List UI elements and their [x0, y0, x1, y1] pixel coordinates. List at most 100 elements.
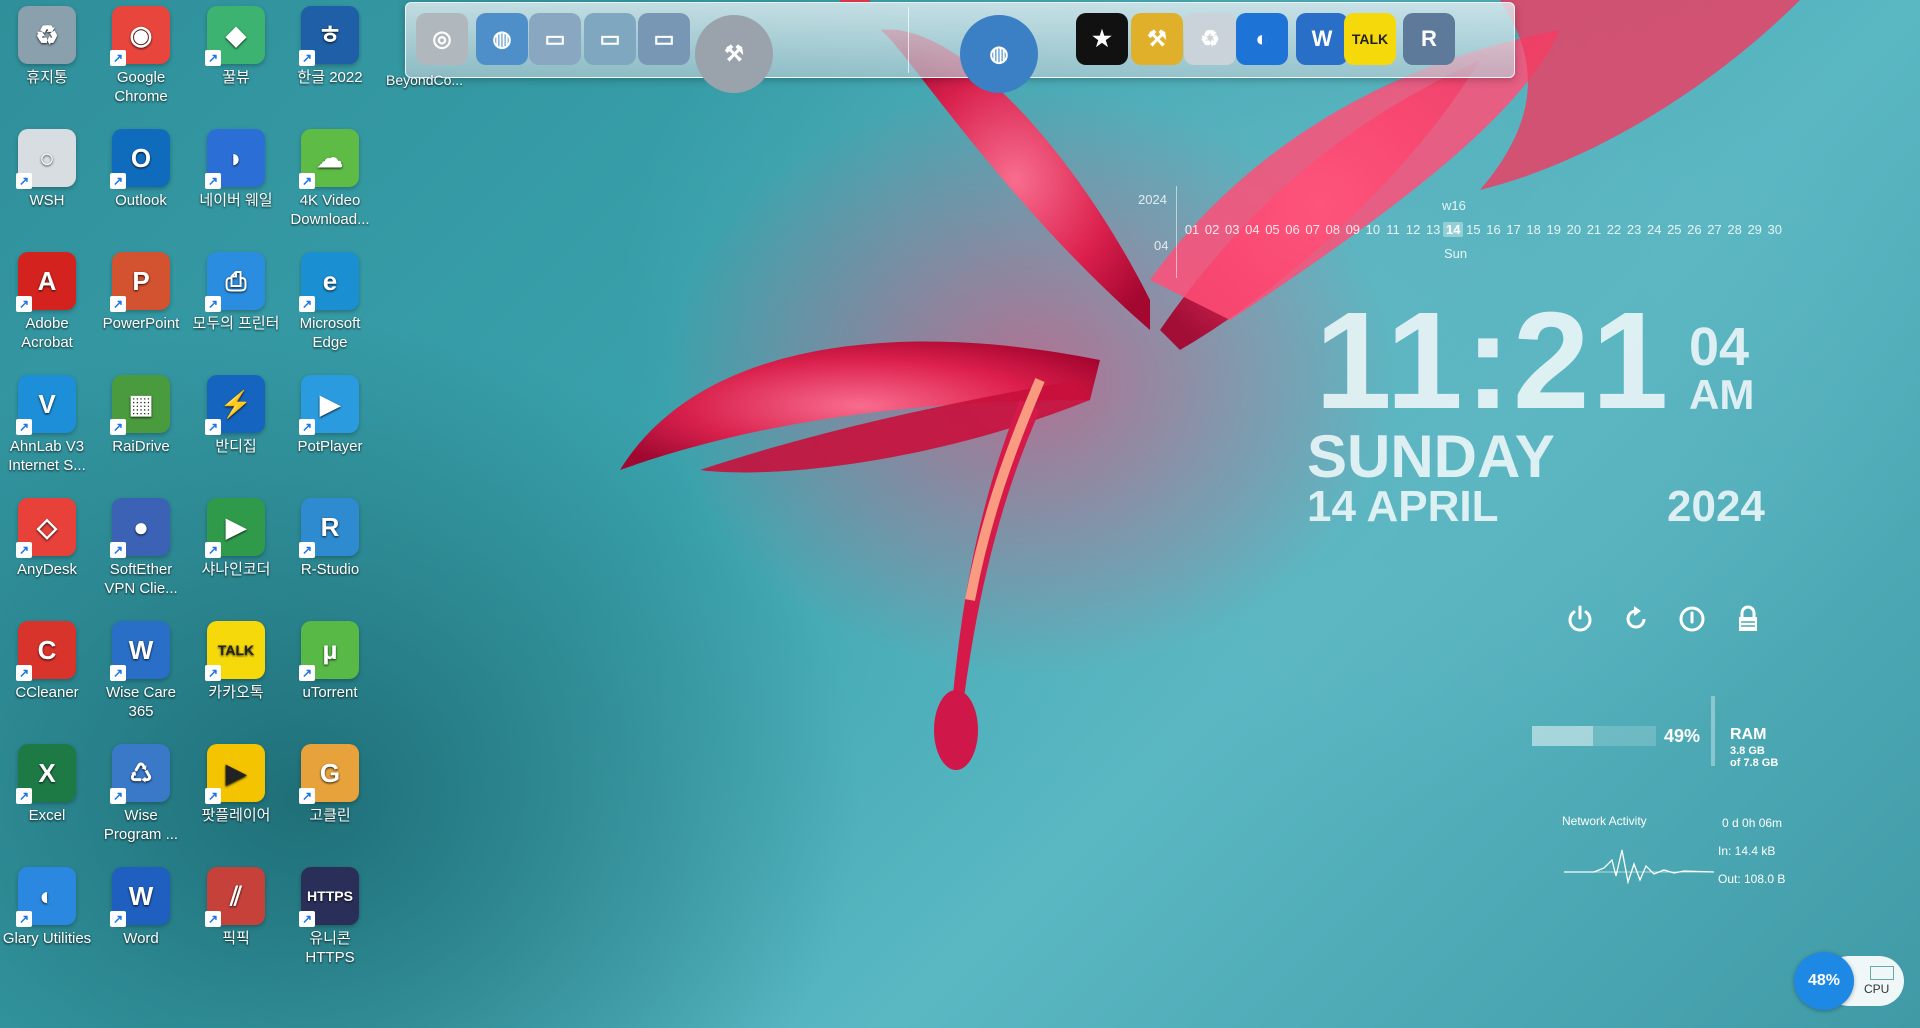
desktop-icon[interactable]: V ↗ AhnLab V3 Internet S... — [0, 369, 94, 481]
folder-icon: ▭ — [529, 13, 581, 65]
desktop-icon[interactable]: ⚡ ↗ 반디집 — [189, 369, 283, 481]
shortcut-arrow-icon: ↗ — [205, 788, 221, 804]
app-icon: ▦ ↗ — [110, 375, 170, 435]
dock-item-glary-utilities[interactable]: ◐ — [1234, 9, 1290, 69]
dock-divider — [908, 7, 909, 73]
kakaotalk-icon: TALK — [1344, 13, 1396, 65]
desktop-icon-label: 팟플레이어 — [201, 807, 271, 824]
desktop-icon[interactable]: HTTPS ↗ 유니콘 HTTPS — [283, 861, 377, 973]
desktop-icon[interactable]: W ↗ Wise Care 365 — [94, 615, 188, 727]
desktop-icon[interactable]: ♺ ↗ Wise Program ... — [94, 738, 188, 850]
sleep-icon[interactable] — [1674, 604, 1710, 640]
lock-icon[interactable] — [1730, 604, 1766, 640]
desktop-icon[interactable]: X ↗ Excel — [0, 738, 94, 850]
dock-item-r-studio[interactable]: R — [1401, 9, 1457, 69]
ram-divider — [1711, 696, 1715, 766]
desktop-icon[interactable]: C ↗ CCleaner — [0, 615, 94, 727]
app-icon: µ ↗ — [299, 621, 359, 681]
desktop-icon[interactable]: e ↗ Microsoft Edge — [283, 246, 377, 358]
calendar-day: 10 — [1365, 222, 1381, 237]
desktop-icon-label: R-Studio — [300, 561, 360, 578]
hammer-icon: ⚒ — [1131, 13, 1183, 65]
app-icon: W ↗ — [110, 867, 170, 927]
shortcut-arrow-icon: ↗ — [205, 419, 221, 435]
desktop-icon[interactable]: ○ ↗ WSH — [0, 123, 94, 235]
calendar-day: 25 — [1667, 222, 1682, 237]
desktop-icon[interactable]: ◆ ↗ 꿀뷰 — [189, 0, 283, 112]
desktop-icon-label: 카카오톡 — [208, 684, 264, 701]
desktop-icon[interactable]: ▶ ↗ 샤나인코더 — [189, 492, 283, 604]
network-graph — [1564, 849, 1714, 885]
ram-used: 3.8 GB — [1730, 745, 1765, 757]
power-icon[interactable] — [1562, 604, 1598, 640]
shortcut-arrow-icon: ↗ — [110, 911, 126, 927]
shortcut-arrow-icon: ↗ — [205, 542, 221, 558]
dock-item-folder[interactable]: ▭ — [527, 9, 583, 69]
clock-date: 14 APRIL — [1307, 482, 1499, 531]
shortcut-arrow-icon: ↗ — [299, 173, 315, 189]
shortcut-arrow-icon: ↗ — [16, 911, 32, 927]
dock-item-beyond-compare[interactable]: ◎ — [414, 9, 470, 69]
dock-item-recycle-bin[interactable]: ♻ — [1182, 9, 1238, 69]
folder-tools-icon: ▭ — [584, 13, 636, 65]
desktop-icon-label: 4K Video Download... — [290, 192, 370, 228]
app-icon: ● ↗ — [110, 498, 170, 558]
desktop-icon[interactable]: A ↗ Adobe Acrobat — [0, 246, 94, 358]
restart-icon[interactable] — [1618, 604, 1654, 640]
desktop-icon[interactable]: O ↗ Outlook — [94, 123, 188, 235]
calendar-day: 26 — [1687, 222, 1702, 237]
dock-item-folder-images[interactable]: ▭ — [636, 9, 692, 69]
desktop-icon[interactable]: ▶ ↗ 팟플레이어 — [189, 738, 283, 850]
desktop-icon[interactable]: ⫽ ↗ 픽픽 — [189, 861, 283, 973]
dock-item-network-globe[interactable]: ◍ — [474, 9, 530, 69]
desktop-icon-label: Wise Care 365 — [105, 684, 176, 720]
app-icon: HTTPS ↗ — [299, 867, 359, 927]
dock-item-folder-tools[interactable]: ▭ — [582, 9, 638, 69]
shortcut-arrow-icon: ↗ — [205, 296, 221, 312]
desktop-icon[interactable]: ● ↗ SoftEther VPN Clie... — [94, 492, 188, 604]
desktop-icon[interactable]: ▦ ↗ RaiDrive — [94, 369, 188, 481]
calendar-day: 02 — [1204, 222, 1220, 237]
desktop-icon[interactable]: ◇ ↗ AnyDesk — [0, 492, 94, 604]
desktop-icon-label: 한글 2022 — [297, 69, 363, 86]
ram-total: of 7.8 GB — [1730, 757, 1779, 769]
desktop-icon[interactable]: TALK ↗ 카카오톡 — [189, 615, 283, 727]
calendar-day: 11 — [1386, 222, 1400, 237]
desktop-icon[interactable]: G ↗ 고클린 — [283, 738, 377, 850]
desktop-icon[interactable]: ◉ ↗ Google Chrome — [94, 0, 188, 112]
dock-item-globe-browser[interactable]: ◍ — [959, 9, 1039, 99]
desktop-icon[interactable]: W ↗ Word — [94, 861, 188, 973]
desktop-icon[interactable]: ◗ ↗ 네이버 웨일 — [189, 123, 283, 235]
network-title: Network Activity — [1562, 814, 1647, 828]
desktop-icon[interactable]: ㅎ ↗ 한글 2022 — [283, 0, 377, 112]
desktop-icon[interactable]: µ ↗ uTorrent — [283, 615, 377, 727]
calendar-week: w16 — [1442, 198, 1466, 213]
dock-item-kakaotalk[interactable]: TALK — [1342, 9, 1398, 69]
desktop-icon[interactable]: ▶ ↗ PotPlayer — [283, 369, 377, 481]
wise-care-icon: W — [1296, 13, 1348, 65]
shortcut-arrow-icon: ↗ — [205, 911, 221, 927]
app-icon: ◇ ↗ — [16, 498, 76, 558]
dock-item-hammer[interactable]: ⚒ — [1129, 9, 1185, 69]
ram-percent: 49% — [1664, 726, 1701, 746]
desktop-icon[interactable]: P ↗ PowerPoint — [94, 246, 188, 358]
dock-item-label: BeyondCo... — [386, 72, 464, 88]
calendar-weekday: Sun — [1444, 246, 1468, 261]
shortcut-arrow-icon: ↗ — [16, 419, 32, 435]
desktop-icon[interactable]: ♻ 휴지통 — [0, 0, 94, 112]
app-icon: ⚡ ↗ — [205, 375, 265, 435]
dock-item-tshirt[interactable]: ★ — [1074, 9, 1130, 69]
ram-usage-bar — [1532, 726, 1656, 746]
desktop-icon[interactable]: R ↗ R-Studio — [283, 492, 377, 604]
app-icon: O ↗ — [110, 129, 170, 189]
cpu-widget[interactable]: CPU 48% — [1794, 952, 1908, 1010]
desktop-icon[interactable]: ☁ ↗ 4K Video Download... — [283, 123, 377, 235]
shortcut-arrow-icon: ↗ — [110, 542, 126, 558]
desktop-icon[interactable]: ⎙ ↗ 모두의 프린터 — [189, 246, 283, 358]
desktop-icon-label: 픽픽 — [222, 930, 250, 947]
shortcut-arrow-icon: ↗ — [299, 50, 315, 66]
app-icon: TALK ↗ — [205, 621, 265, 681]
dock-item-developer-tools[interactable]: ⚒ — [694, 9, 774, 99]
desktop-icon[interactable]: ◐ ↗ Glary Utilities — [0, 861, 94, 973]
desktop-icon-label: AnyDesk — [16, 561, 78, 578]
